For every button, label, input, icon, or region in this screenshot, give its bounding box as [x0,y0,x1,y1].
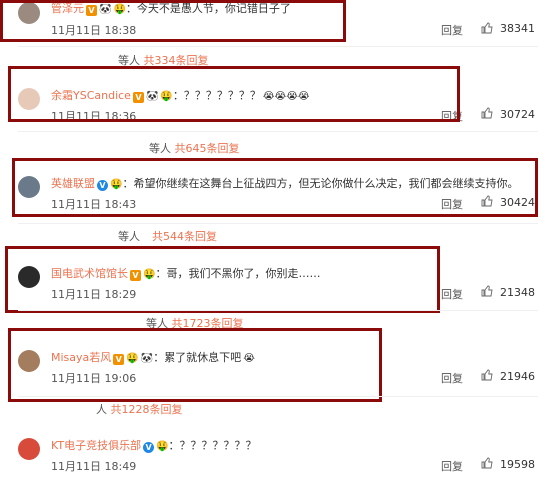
comment-text: 今天不是愚人节，你记错日子了 [136,2,291,15]
thumbs-up-icon[interactable] [481,195,493,207]
comment-username[interactable]: Misaya若风 [51,351,111,364]
reply-button[interactable]: 回复 [441,22,463,38]
avatar[interactable] [18,176,40,198]
comment-username[interactable]: 英雄联盟 [51,177,95,190]
vip-badge-icon: V [113,354,125,365]
reply-thread-prefix: 等人 [118,230,140,243]
comment-item: 管泽元 V 🐼 🤑：今天不是愚人节，你记错日子了 11月11日 18:38 回复 38… [0,0,554,44]
comment-text: ？？？？？？？ [179,439,257,452]
reply-thread-link[interactable]: 共544条回复 [152,228,217,244]
divider [18,310,538,311]
comment-time: 11月11日 19:06 [51,372,137,385]
comment-username[interactable]: 管泽元 [51,2,84,15]
comment-text: 哥，我们不黑你了，你别走…… [166,267,321,280]
comment-time: 11月11日 18:38 [51,24,137,37]
divider [18,46,538,47]
reply-button[interactable]: 回复 [441,108,463,124]
crying-emoji-icon: 😭😭😭😭 [262,91,310,102]
avatar[interactable] [18,438,40,460]
comment-item: KT电子竞技俱乐部 V 🤑：？？？？？？？ 11月11日 18:49 回复 1959… [0,434,554,478]
fan-emoji-icon: 🐼 [99,4,112,15]
verified-badge-icon: V [97,180,108,191]
reply-thread-link[interactable]: 等人 共334条回复 [118,52,209,68]
comment-time: 11月11日 18:29 [51,288,137,301]
reply-thread-link[interactable]: 等人 共645条回复 [149,140,240,156]
badge-emoji-icon: 🤑 [160,91,173,102]
verified-badge-icon: V [143,442,155,453]
thumbs-up-icon[interactable] [481,22,493,34]
comment-text: 希望你继续在这舞台上征战四方，但无论你做什么决定，我们都会继续支持你。 [133,177,519,190]
crying-emoji-icon: 😭 [243,353,255,364]
vip-badge-icon: V [130,270,141,281]
badge-emoji-icon: 🤑 [110,179,123,190]
avatar[interactable] [18,350,40,372]
comment-item: 英雄联盟 V 🤑：希望你继续在这舞台上征战四方，但无论你做什么决定，我们都会继续支持… [0,172,554,216]
comment-time: 11月11日 18:49 [51,460,137,473]
like-count: 38341 [500,22,535,35]
badge-emoji-icon: 🤑 [126,353,139,364]
reply-thread-link[interactable]: 等人 共1723条回复 [146,315,244,331]
comment-item: Misaya若风 V 🤑 🐼：累了就休息下吧 😭 11月11日 19:06 回复 219… [0,346,554,390]
badge-emoji-icon: 🤑 [156,441,169,452]
reply-thread-link[interactable]: 人 共1228条回复 [96,401,183,417]
like-count: 21946 [500,370,535,383]
comment-username[interactable]: KT电子竞技俱乐部 [51,439,141,452]
thumbs-up-icon[interactable] [481,457,493,469]
vip-badge-icon: V [132,92,144,103]
vip-badge-icon: V [86,5,97,16]
divider [18,131,538,132]
comment-text: 累了就休息下吧 [164,351,242,364]
reply-button[interactable]: 回复 [441,286,463,302]
fan-emoji-icon: 🐼 [145,91,159,102]
comment-username[interactable]: 国电武术馆馆长 [51,267,128,280]
like-count: 21348 [500,286,535,299]
thumbs-up-icon[interactable] [481,369,493,381]
like-count: 19598 [500,458,535,471]
reply-button[interactable]: 回复 [441,196,463,212]
badge-emoji-icon: 🤑 [113,4,126,15]
reply-button[interactable]: 回复 [441,370,463,386]
badge-emoji-icon: 🤑 [143,269,156,280]
comment-text: ？？？？？？？ [183,89,261,102]
comment-time: 11月11日 18:43 [51,198,137,211]
like-count: 30724 [500,108,535,121]
thumbs-up-icon[interactable] [481,285,493,297]
comment-item: 余霜YSCandice V 🐼 🤑：？？？？？？？ 😭😭😭😭 11月11日 18:36 … [0,84,554,128]
comment-time: 11月11日 18:36 [51,110,137,123]
avatar[interactable] [18,266,40,288]
panda-emoji-icon: 🐼 [140,353,154,364]
reply-button[interactable]: 回复 [441,458,463,474]
divider [18,396,538,397]
comment-item: 国电武术馆馆长 V 🤑：哥，我们不黑你了，你别走…… 11月11日 18:29 回复… [0,262,554,306]
avatar[interactable] [18,2,40,24]
avatar[interactable] [18,88,40,110]
comment-username[interactable]: 余霜YSCandice [51,89,131,102]
thumbs-up-icon[interactable] [481,107,493,119]
like-count: 30424 [500,196,535,209]
divider [18,223,538,224]
